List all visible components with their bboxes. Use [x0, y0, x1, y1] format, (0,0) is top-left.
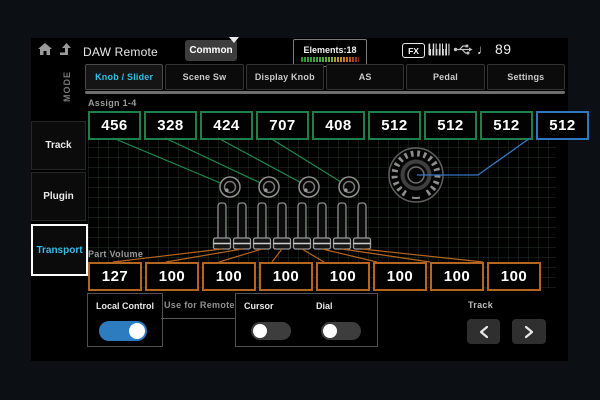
dropdown-caret-icon: [229, 37, 239, 43]
assign-value-7[interactable]: 512: [424, 111, 477, 140]
daw-remote-screen: DAW Remote Common Elements:18 FX: [31, 38, 568, 361]
dial-box: Dial: [308, 293, 378, 347]
chevron-right-icon: [523, 325, 535, 339]
part-volume-1[interactable]: 127: [88, 262, 142, 291]
assign-value-5[interactable]: 408: [312, 111, 365, 140]
use-for-remote-divider: [161, 318, 235, 319]
dial-toggle[interactable]: [321, 322, 361, 340]
quarter-note-icon: ♩: [477, 42, 490, 57]
cursor-box: Cursor: [235, 293, 310, 347]
part-volume-2[interactable]: 100: [145, 262, 199, 291]
sidebar-item-plugin[interactable]: Plugin: [31, 172, 86, 221]
level-meter: [301, 57, 359, 62]
assign-value-row: 456 328 424 707 408 512 512 512 512: [88, 111, 589, 140]
usb-icon: [453, 42, 473, 57]
assign-value-1[interactable]: 456: [88, 111, 141, 140]
fx-label: FX: [408, 46, 419, 56]
common-button-label: Common: [189, 45, 232, 56]
use-for-remote-label: Use for Remote: [164, 300, 235, 310]
local-control-box: Local Control: [87, 293, 163, 347]
track-prev-button[interactable]: [467, 319, 500, 344]
track-nav-label: Track: [468, 300, 493, 310]
local-control-label: Local Control: [96, 301, 154, 311]
tab-settings[interactable]: Settings: [487, 64, 565, 90]
part-volume-7[interactable]: 100: [430, 262, 484, 291]
part-volume-6[interactable]: 100: [373, 262, 427, 291]
local-control-toggle[interactable]: [99, 321, 147, 341]
home-icon[interactable]: [37, 41, 53, 57]
fx-indicator: FX: [402, 43, 425, 58]
part-volume-4[interactable]: 100: [259, 262, 313, 291]
common-button[interactable]: Common: [185, 40, 237, 61]
sidebar-item-track[interactable]: Track: [31, 121, 86, 170]
assign-value-9-selected[interactable]: 512: [536, 111, 589, 140]
tab-pedal[interactable]: Pedal: [406, 64, 484, 90]
part-volume-8[interactable]: 100: [487, 262, 541, 291]
assign-value-3[interactable]: 424: [200, 111, 253, 140]
part-volume-5[interactable]: 100: [316, 262, 370, 291]
elements-meter-badge: Elements:18: [293, 39, 367, 67]
tab-knob-slider[interactable]: Knob / Slider: [85, 64, 163, 90]
mode-label: MODE: [62, 65, 78, 109]
track-next-button[interactable]: [512, 319, 546, 344]
assign-value-4[interactable]: 707: [256, 111, 309, 140]
part-volume-row: 127 100 100 100 100 100 100 100: [88, 262, 541, 291]
keyboard-icon: [428, 43, 450, 56]
dial-label: Dial: [316, 301, 333, 311]
cursor-toggle[interactable]: [251, 322, 291, 340]
assign-value-6[interactable]: 512: [368, 111, 421, 140]
tab-bar: Knob / Slider Scene Sw Display Knob AS P…: [85, 64, 565, 90]
tempo-display[interactable]: ♩ 89: [477, 41, 512, 57]
device-frame: DAW Remote Common Elements:18 FX: [0, 0, 600, 400]
page-title: DAW Remote: [83, 45, 158, 59]
part-volume-3[interactable]: 100: [202, 262, 256, 291]
up-level-icon[interactable]: [58, 41, 74, 57]
tab-as[interactable]: AS: [326, 64, 404, 90]
assign-value-8[interactable]: 512: [480, 111, 533, 140]
assign-value-2[interactable]: 328: [144, 111, 197, 140]
assign-section-label: Assign 1-4: [88, 98, 137, 108]
tab-scroll-indicator: [85, 91, 565, 94]
tempo-value: 89: [495, 41, 512, 57]
part-volume-label: Part Volume: [88, 249, 143, 259]
tab-display-knob[interactable]: Display Knob: [246, 64, 324, 90]
chevron-left-icon: [478, 325, 490, 339]
cursor-label: Cursor: [244, 301, 274, 311]
sidebar-item-transport[interactable]: Transport: [31, 224, 88, 276]
elements-label: Elements:18: [303, 45, 356, 55]
tab-scene-sw[interactable]: Scene Sw: [165, 64, 243, 90]
